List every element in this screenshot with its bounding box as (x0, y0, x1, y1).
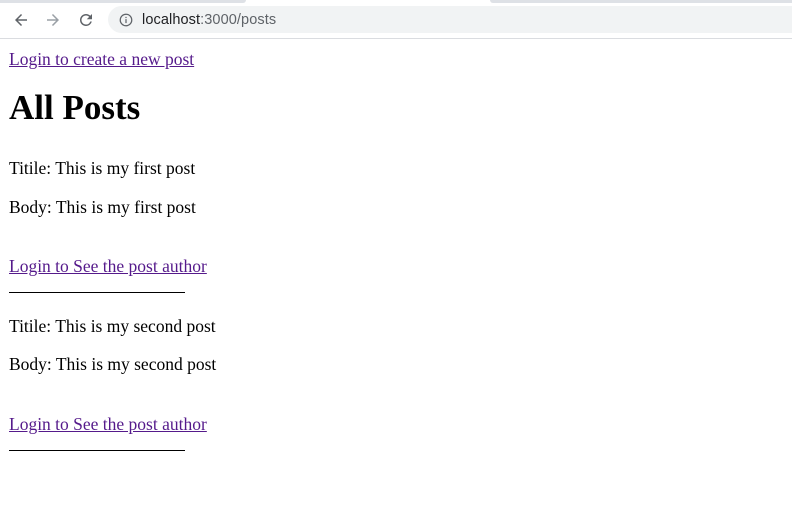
forward-button[interactable] (41, 8, 65, 32)
back-button[interactable] (9, 8, 33, 32)
reload-icon (80, 13, 92, 26)
tab-strip-edge-right (490, 0, 792, 3)
post-divider (9, 292, 185, 293)
address-bar[interactable]: localhost:3000/posts (108, 6, 792, 33)
url-path: :3000/posts (200, 11, 277, 28)
url-host: localhost (142, 11, 201, 28)
tab-strip-edge-left (0, 0, 246, 3)
post-title: Titile: This is my second post (9, 316, 216, 336)
login-see-author-link[interactable]: Login to See the post author (9, 256, 207, 277)
login-create-post-link[interactable]: Login to create a new post (9, 49, 194, 70)
forward-arrow-icon (47, 14, 59, 26)
login-see-author-link[interactable]: Login to See the post author (9, 414, 207, 435)
info-icon[interactable] (118, 12, 134, 28)
page-title: All Posts (9, 88, 141, 127)
url-text: localhost:3000/posts (142, 12, 276, 28)
post-body: Body: This is my first post (9, 197, 196, 217)
reload-button[interactable] (74, 8, 98, 32)
back-arrow-icon (15, 14, 27, 26)
browser-toolbar: localhost:3000/posts (0, 0, 792, 39)
post-title: Titile: This is my first post (9, 158, 196, 178)
post-divider (9, 450, 185, 451)
post-body: Body: This is my second post (9, 354, 217, 374)
